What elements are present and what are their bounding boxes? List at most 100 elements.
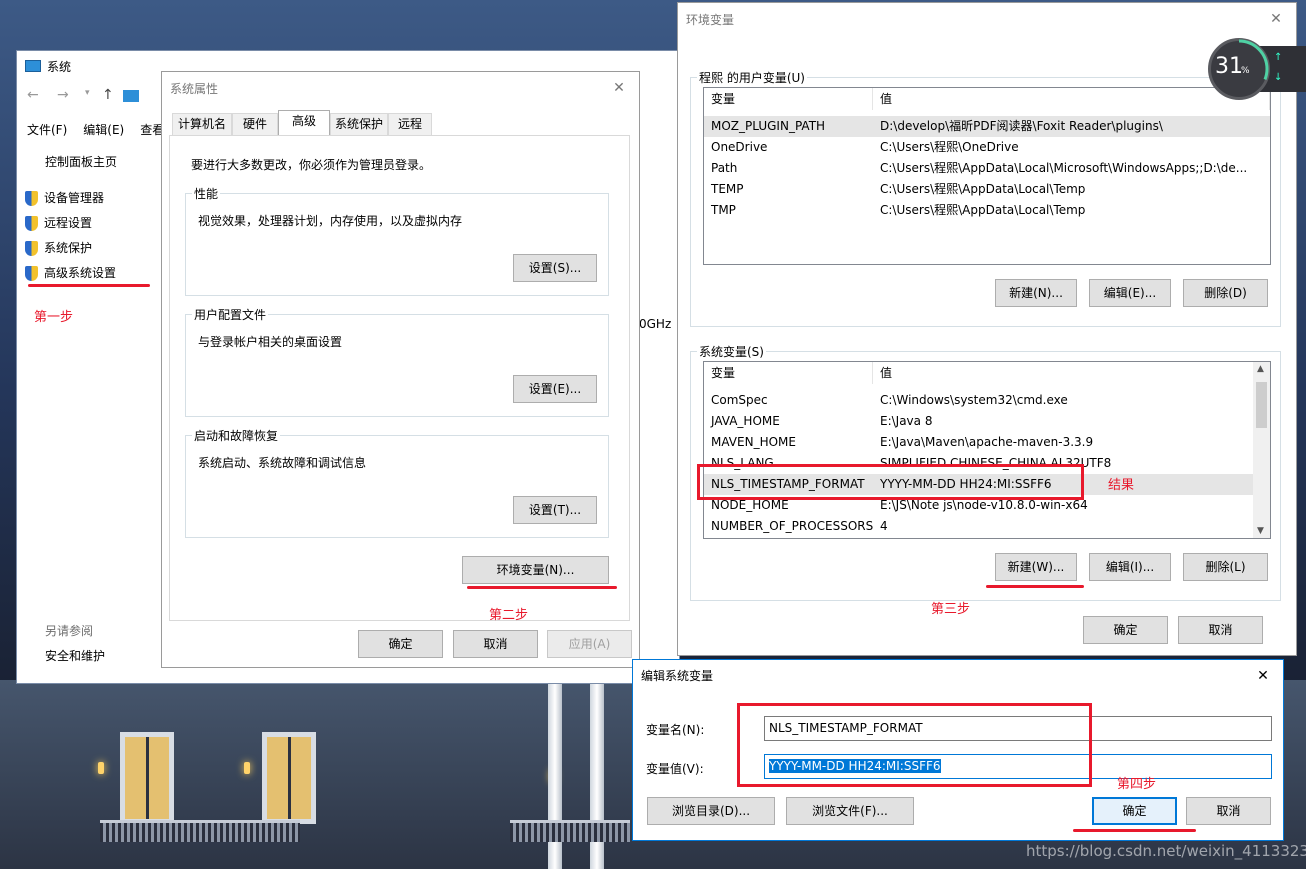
table-row[interactable]: Path C:\Users\程熙\AppData\Local\Microsoft\… bbox=[704, 158, 1270, 179]
variable-name-cell: JAVA_HOME bbox=[711, 414, 780, 428]
sidebar-item-label: 设备管理器 bbox=[44, 191, 105, 205]
edit-ok-button[interactable]: 确定 bbox=[1092, 797, 1177, 825]
variable-value-cell: C:\Users\程熙\AppData\Local\Temp bbox=[880, 203, 1086, 217]
scrollbar[interactable]: ▲ ▼ bbox=[1253, 362, 1270, 538]
chevron-up-icon[interactable]: ▲ bbox=[1257, 364, 1264, 374]
table-row[interactable]: OneDrive C:\Users\程熙\OneDrive bbox=[704, 137, 1270, 158]
system-new-button[interactable]: 新建(W)... bbox=[995, 553, 1077, 581]
system-navbar: ← → ▾ ↑ bbox=[17, 87, 167, 109]
result-label: 结果 bbox=[1108, 478, 1135, 493]
variable-name-cell: TMP bbox=[711, 203, 736, 217]
tab-computer-name[interactable]: 计算机名 bbox=[172, 113, 232, 135]
close-icon[interactable]: ✕ bbox=[1268, 11, 1284, 27]
tab-system-protection[interactable]: 系统保护 bbox=[330, 113, 388, 135]
env-cancel-button[interactable]: 取消 bbox=[1178, 616, 1263, 644]
column-header-value[interactable]: 值 bbox=[873, 362, 1270, 384]
sidebar-item-advanced-settings[interactable]: 高级系统设置 bbox=[25, 265, 116, 281]
startup-settings-button[interactable]: 设置(T)... bbox=[513, 496, 597, 524]
watermark: https://blog.csdn.net/weixin_41133233 bbox=[1026, 842, 1306, 860]
sidebar-item-label: 高级系统设置 bbox=[44, 266, 117, 280]
group-description: 视觉效果，处理器计划，内存使用，以及虚拟内存 bbox=[198, 214, 463, 228]
sidebar-item-device-manager[interactable]: 设备管理器 bbox=[25, 190, 104, 206]
table-row[interactable]: NUMBER_OF_PROCESSORS 4 bbox=[704, 516, 1270, 537]
sidebar-item-label: 系统保护 bbox=[44, 241, 93, 255]
environment-variables-button[interactable]: 环境变量(N)... bbox=[462, 556, 609, 584]
sidebar-item-label: 远程设置 bbox=[44, 216, 93, 230]
dialog-title: 系统属性 bbox=[170, 81, 219, 96]
menu-edit[interactable]: 编辑(E) bbox=[83, 121, 124, 138]
column-header-variable[interactable]: 变量 bbox=[704, 88, 873, 110]
back-arrow-icon[interactable]: ← bbox=[27, 87, 39, 103]
wallpaper-lamp bbox=[244, 762, 250, 774]
variable-name-cell: TEMP bbox=[711, 182, 744, 196]
tab-advanced[interactable]: 高级 bbox=[278, 110, 330, 135]
group-description: 系统启动、系统故障和调试信息 bbox=[198, 456, 367, 470]
system-edit-button[interactable]: 编辑(I)... bbox=[1089, 553, 1171, 581]
chevron-down-icon[interactable]: ▾ bbox=[85, 88, 90, 98]
variable-value-cell: D:\develop\福昕PDF阅读器\Foxit Reader\plugins… bbox=[880, 119, 1163, 133]
variable-value-cell: C:\Users\程熙\AppData\Local\Microsoft\Wind… bbox=[880, 161, 1248, 175]
step2-label: 第二步 bbox=[489, 608, 529, 623]
group-title: 程熙 的用户变量(U) bbox=[697, 69, 807, 86]
table-row[interactable]: TEMP C:\Users\程熙\AppData\Local\Temp bbox=[704, 179, 1270, 200]
variable-value-cell: C:\Users\程熙\AppData\Local\Temp bbox=[880, 182, 1086, 196]
up-arrow-icon[interactable]: ↑ bbox=[102, 87, 114, 103]
table-row[interactable]: TMP C:\Users\程熙\AppData\Local\Temp bbox=[704, 200, 1270, 221]
close-icon[interactable]: ✕ bbox=[1255, 668, 1271, 684]
user-variables-table: 变量 值 MOZ_PLUGIN_PATH D:\develop\福昕PDF阅读器\… bbox=[703, 87, 1271, 265]
performance-settings-button[interactable]: 设置(S)... bbox=[513, 254, 597, 282]
sidebar-item-remote-settings[interactable]: 远程设置 bbox=[25, 215, 92, 231]
arrow-up-icon: ↑ bbox=[1274, 52, 1283, 63]
arrow-down-icon: ↓ bbox=[1274, 72, 1283, 83]
wallpaper-lamp bbox=[98, 762, 104, 774]
variable-name-cell: MAVEN_HOME bbox=[711, 435, 796, 449]
control-panel-home-link[interactable]: 控制面板主页 bbox=[45, 154, 117, 170]
gauge-value: 31 bbox=[1215, 54, 1243, 79]
menu-file[interactable]: 文件(F) bbox=[27, 121, 67, 138]
table-row[interactable]: MOZ_PLUGIN_PATH D:\develop\福昕PDF阅读器\Foxit… bbox=[704, 116, 1270, 137]
step2-underline bbox=[467, 586, 617, 589]
apply-button[interactable]: 应用(A) bbox=[547, 630, 632, 658]
variable-value-cell: 4 bbox=[880, 519, 888, 533]
system-delete-button[interactable]: 删除(L) bbox=[1183, 553, 1268, 581]
table-row[interactable]: MAVEN_HOME E:\Java\Maven\apache-maven-3.3… bbox=[704, 432, 1270, 453]
variable-value-cell: C:\Users\程熙\OneDrive bbox=[880, 140, 1019, 154]
browse-directory-button[interactable]: 浏览目录(D)... bbox=[647, 797, 775, 825]
tab-remote[interactable]: 远程 bbox=[388, 113, 432, 135]
step1-label: 第一步 bbox=[34, 310, 74, 325]
user-edit-button[interactable]: 编辑(E)... bbox=[1089, 279, 1171, 307]
user-delete-button[interactable]: 删除(D) bbox=[1183, 279, 1268, 307]
group-description: 与登录帐户相关的桌面设置 bbox=[198, 335, 343, 349]
system-menubar: 文件(F) 编辑(E) 查看( bbox=[27, 121, 169, 138]
browse-file-button[interactable]: 浏览文件(F)... bbox=[786, 797, 914, 825]
step3-underline bbox=[986, 585, 1084, 588]
user-profiles-settings-button[interactable]: 设置(E)... bbox=[513, 375, 597, 403]
env-titlebar: 环境变量 ✕ bbox=[678, 3, 1296, 35]
variable-name-cell: OneDrive bbox=[711, 140, 768, 154]
chevron-down-icon[interactable]: ▼ bbox=[1257, 526, 1264, 536]
computer-icon bbox=[123, 90, 139, 102]
group-title: 系统变量(S) bbox=[697, 343, 766, 360]
wallpaper-window bbox=[120, 732, 174, 824]
tab-hardware[interactable]: 硬件 bbox=[232, 113, 278, 135]
see-also-heading: 另请参阅 bbox=[45, 624, 94, 638]
table-row[interactable]: ComSpec C:\Windows\system32\cmd.exe bbox=[704, 390, 1270, 411]
table-row[interactable]: JAVA_HOME E:\Java 8 bbox=[704, 411, 1270, 432]
user-new-button[interactable]: 新建(N)... bbox=[995, 279, 1077, 307]
step4-label: 第四步 bbox=[1117, 777, 1157, 792]
variable-value-cell: E:\Java\Maven\apache-maven-3.3.9 bbox=[880, 435, 1094, 449]
shield-icon bbox=[25, 241, 38, 256]
security-maintenance-link[interactable]: 安全和维护 bbox=[45, 648, 105, 664]
env-ok-button[interactable]: 确定 bbox=[1083, 616, 1168, 644]
forward-arrow-icon[interactable]: → bbox=[57, 87, 69, 103]
ok-button[interactable]: 确定 bbox=[358, 630, 443, 658]
sidebar-item-system-protection[interactable]: 系统保护 bbox=[25, 240, 92, 256]
user-profiles-group: 用户配置文件 与登录帐户相关的桌面设置 设置(E)... bbox=[185, 306, 609, 417]
cancel-button[interactable]: 取消 bbox=[453, 630, 538, 658]
scrollbar-thumb[interactable] bbox=[1256, 382, 1267, 428]
variable-value-cell: E:\Java 8 bbox=[880, 414, 933, 428]
variable-name-cell: MOZ_PLUGIN_PATH bbox=[711, 119, 826, 133]
close-icon[interactable]: ✕ bbox=[611, 80, 627, 96]
column-header-variable[interactable]: 变量 bbox=[704, 362, 873, 384]
edit-cancel-button[interactable]: 取消 bbox=[1186, 797, 1271, 825]
